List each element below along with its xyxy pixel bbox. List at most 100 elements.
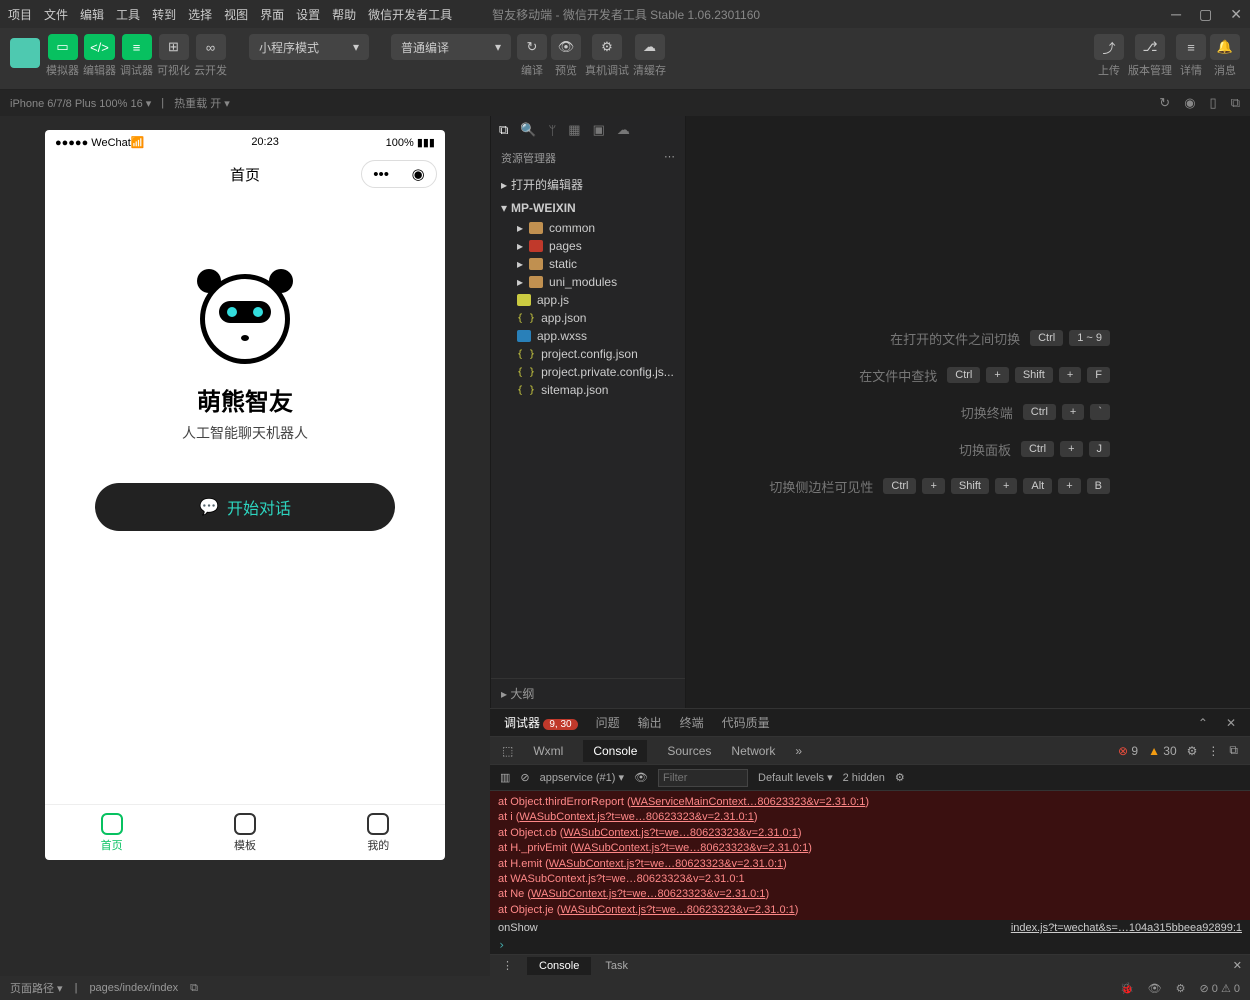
清缓存-button[interactable]: ☁ (635, 34, 665, 60)
problems-count[interactable]: ⊘ 0 ⚠ 0 (1200, 982, 1240, 995)
tab-首页[interactable]: 首页 (45, 805, 178, 860)
phone-icon[interactable]: ▯ (1210, 95, 1217, 111)
app-icon[interactable]: ▣ (593, 122, 605, 138)
close-icon[interactable]: ✕ (1230, 6, 1242, 23)
tab-我的[interactable]: 我的 (312, 805, 445, 860)
eye-icon[interactable]: 👁 (1148, 982, 1162, 995)
tab-console-drawer[interactable]: Console (527, 957, 591, 975)
tab-problems[interactable]: 问题 (596, 714, 620, 731)
tab-模板[interactable]: 模板 (178, 805, 311, 860)
start-chat-button[interactable]: 💬 开始对话 (95, 483, 395, 531)
tree-project.config.json[interactable]: { } project.config.json (497, 345, 685, 363)
调试器-button[interactable]: ≡ (122, 34, 152, 60)
drawer-icon[interactable]: ⋮ (490, 956, 525, 975)
compile-select[interactable]: 普通编译▾ (391, 34, 511, 60)
console-prompt[interactable]: › (490, 936, 1250, 954)
bug-icon[interactable]: 🐞 (1120, 982, 1134, 995)
chevron-up-icon[interactable]: ⌃ (1198, 716, 1208, 730)
menu-编辑[interactable]: 编辑 (80, 6, 104, 23)
tab-output[interactable]: 输出 (638, 714, 662, 731)
tab-quality[interactable]: 代码质量 (722, 714, 770, 731)
target-icon[interactable]: ◉ (412, 165, 425, 183)
files-icon[interactable]: ⧉ (499, 122, 508, 138)
tree-app.json[interactable]: { } app.json (497, 309, 685, 327)
route-label[interactable]: 页面路径 ▾ (10, 980, 63, 996)
tree-uni_modules[interactable]: ▸ uni_modules (497, 273, 685, 291)
inspect-icon[interactable]: ⬚ (502, 744, 513, 758)
more-tabs-icon[interactable]: » (795, 744, 802, 758)
tab-debugger[interactable]: 调试器 9, 30 (504, 714, 578, 731)
record-icon[interactable]: ◉ (1184, 95, 1195, 111)
clear-icon[interactable]: ⊘ (520, 771, 529, 784)
tab-console[interactable]: Console (583, 740, 647, 762)
device-select[interactable]: iPhone 6/7/8 Plus 100% 16 ▾ (10, 97, 151, 110)
menu-项目[interactable]: 项目 (8, 6, 32, 23)
filter-input[interactable] (658, 769, 748, 787)
tree-app.wxss[interactable]: app.wxss (497, 327, 685, 345)
close-icon[interactable]: ✕ (1226, 716, 1236, 730)
menu-微信开发者工具[interactable]: 微信开发者工具 (368, 6, 452, 23)
编辑器-button[interactable]: </> (84, 34, 115, 60)
menu-文件[interactable]: 文件 (44, 6, 68, 23)
menu-转到[interactable]: 转到 (152, 6, 176, 23)
menu-选择[interactable]: 选择 (188, 6, 212, 23)
gear-icon[interactable]: ⚙ (1187, 744, 1198, 758)
可视化-button[interactable]: ⊞ (159, 34, 189, 60)
tree-static[interactable]: ▸ static (497, 255, 685, 273)
tab-network[interactable]: Network (731, 744, 775, 758)
project-section[interactable]: ▾ MP-WEIXIN (491, 197, 685, 219)
tab-wxml[interactable]: Wxml (533, 744, 563, 758)
menu-界面[interactable]: 界面 (260, 6, 284, 23)
mode-select[interactable]: 小程序模式▾ (249, 34, 369, 60)
tab-terminal[interactable]: 终端 (680, 714, 704, 731)
gear-icon[interactable]: ⚙ (895, 771, 905, 784)
消息-button[interactable]: 🔔 (1210, 34, 1240, 60)
context-select[interactable]: appservice (#1) ▾ (540, 771, 624, 784)
capsule-button[interactable]: ••• ◉ (361, 160, 437, 188)
menu-帮助[interactable]: 帮助 (332, 6, 356, 23)
menu-设置[interactable]: 设置 (296, 6, 320, 23)
hidden-count[interactable]: 2 hidden (843, 772, 885, 784)
tree-app.js[interactable]: app.js (497, 291, 685, 309)
gear-icon[interactable]: ⚙ (1176, 982, 1186, 995)
copy-icon[interactable]: ⧉ (1231, 95, 1240, 111)
tab-sources[interactable]: Sources (667, 744, 711, 758)
menu-icon[interactable]: ⋮ (1207, 744, 1219, 758)
tree-pages[interactable]: ▸ pages (497, 237, 685, 255)
dock-icon[interactable]: ⧉ (1229, 743, 1238, 758)
menu-工具[interactable]: 工具 (116, 6, 140, 23)
bug-icon[interactable]: ☁ (617, 122, 630, 138)
menu-bar: 项目文件编辑工具转到选择视图界面设置帮助微信开发者工具 (8, 6, 452, 23)
编译-button[interactable]: ↻ (517, 34, 547, 60)
grid-icon[interactable]: ▦ (568, 122, 580, 138)
sidebar-toggle-icon[interactable]: ▥ (500, 771, 510, 784)
云开发-button[interactable]: ∞ (196, 34, 226, 60)
tree-project.private.config.js...[interactable]: { } project.private.config.js... (497, 363, 685, 381)
close-icon[interactable]: ✕ (1221, 956, 1250, 975)
refresh-icon[interactable]: ↻ (1159, 95, 1170, 111)
真机调试-button[interactable]: ⚙ (592, 34, 622, 60)
详情-button[interactable]: ≡ (1176, 34, 1206, 60)
avatar[interactable] (10, 38, 40, 68)
eye-icon[interactable]: 👁 (634, 771, 648, 784)
branch-icon[interactable]: ᛘ (548, 123, 556, 138)
more-icon[interactable]: ⋯ (664, 150, 675, 166)
上传-button[interactable]: ⤴ (1094, 34, 1124, 60)
预览-button[interactable]: 👁 (551, 34, 581, 60)
tab-task[interactable]: Task (593, 957, 640, 975)
hot-reload-toggle[interactable]: 热重载 开 ▾ (174, 95, 230, 111)
tree-common[interactable]: ▸ common (497, 219, 685, 237)
maximize-icon[interactable]: ▢ (1199, 6, 1212, 23)
search-icon[interactable]: 🔍 (520, 122, 536, 138)
模拟器-button[interactable]: ▭ (48, 34, 78, 60)
levels-select[interactable]: Default levels ▾ (758, 771, 833, 784)
tree-sitemap.json[interactable]: { } sitemap.json (497, 381, 685, 399)
more-icon[interactable]: ••• (373, 166, 389, 183)
copy-icon[interactable]: ⧉ (190, 982, 198, 995)
版本管理-button[interactable]: ⎇ (1135, 34, 1165, 60)
menu-视图[interactable]: 视图 (224, 6, 248, 23)
outline-section[interactable]: ▸ 大纲 (491, 678, 685, 708)
open-editors-section[interactable]: ▸ 打开的编辑器 (491, 172, 685, 197)
bottom-tabs: ⋮ Console Task ✕ (490, 954, 1250, 976)
minimize-icon[interactable]: ─ (1171, 6, 1181, 23)
